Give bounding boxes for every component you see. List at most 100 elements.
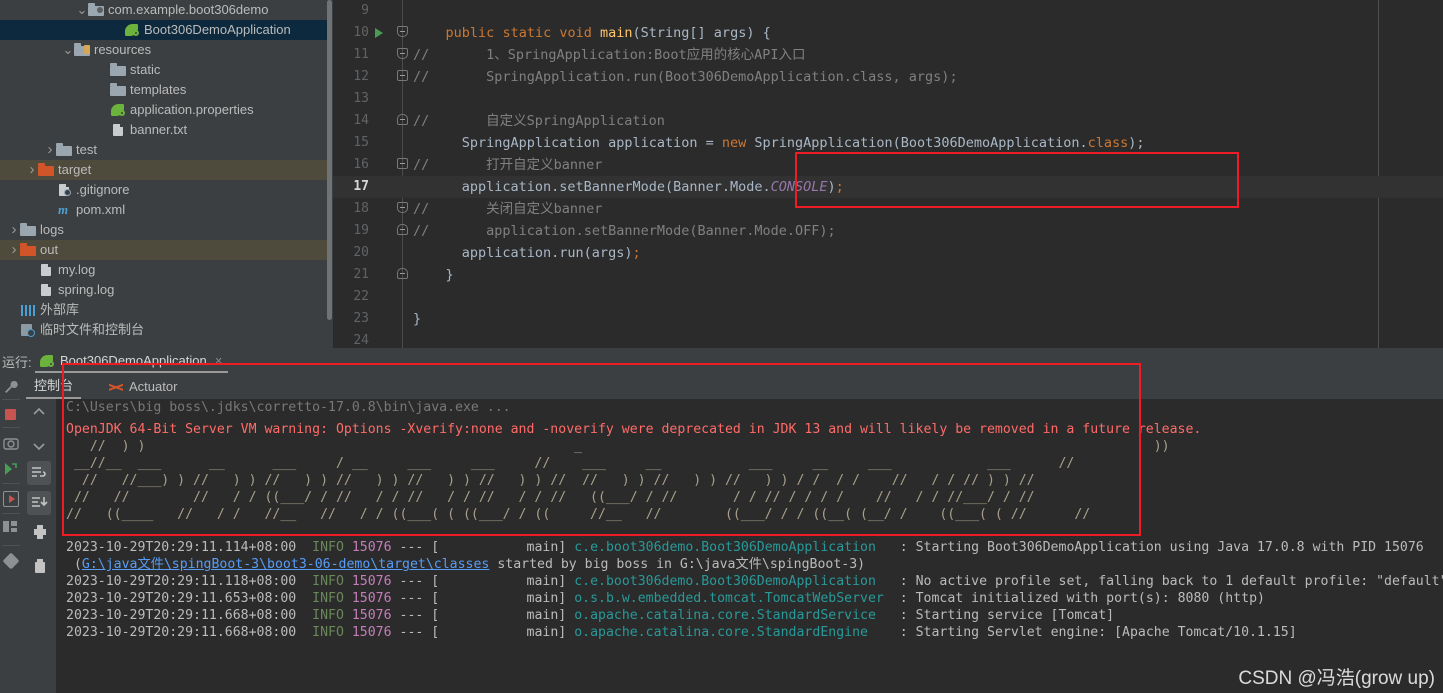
soft-wrap-button[interactable] <box>27 461 51 485</box>
code-line-19[interactable]: 19 // application.setBannerMode(Banner.Mo… <box>333 220 1443 242</box>
pin-icon[interactable] <box>2 552 20 570</box>
tree-row-logs[interactable]: › logs <box>0 220 330 240</box>
tree-row-pom-xml[interactable]: m pom.xml <box>0 200 330 220</box>
chevron-right-icon[interactable]: › <box>44 140 56 160</box>
tree-row-spring-log[interactable]: spring.log <box>0 280 330 300</box>
tree-row--gitignore[interactable]: .gitignore <box>0 180 330 200</box>
external-libraries-icon <box>20 302 36 318</box>
code-line-17[interactable]: 17 application.setBannerMode(Banner.Mode… <box>333 176 1443 198</box>
console-line-4: // //___) ) // ) ) // ) ) // ) ) // ) ) … <box>66 472 1035 489</box>
tab-console[interactable]: 控制台 <box>26 375 82 399</box>
run-gutter-icon[interactable] <box>375 28 383 38</box>
tree-row-com-example-boot306demo[interactable]: ⌄ com.example.boot306demo <box>0 0 330 20</box>
tree-row-banner-txt[interactable]: banner.txt <box>0 120 330 140</box>
fold-marker[interactable] <box>397 268 408 281</box>
run-tab-label: Boot306DemoApplication <box>60 353 207 368</box>
console-text: // // // / / ((___/ / // / / // / / // /… <box>66 490 1035 505</box>
tab-actuator[interactable]: Actuator <box>100 375 185 399</box>
fold-marker[interactable] <box>397 70 408 83</box>
code-line-20[interactable]: 20 application.run(args); <box>333 242 1443 264</box>
print-icon[interactable] <box>31 523 49 541</box>
tree-row-label: target <box>58 162 92 177</box>
tree-row-test[interactable]: › test <box>0 140 330 160</box>
tree-row-templates[interactable]: templates <box>0 80 330 100</box>
fold-marker[interactable] <box>397 158 408 171</box>
line-number: 16 <box>353 157 369 172</box>
code-line-15[interactable]: 15 SpringApplication application = new S… <box>333 132 1443 154</box>
line-number: 15 <box>353 135 369 150</box>
folder-orange-icon <box>20 242 36 258</box>
fold-marker[interactable] <box>397 26 408 39</box>
code-line-21[interactable]: 21 } <box>333 264 1443 286</box>
code-token: ; <box>632 245 641 261</box>
console-line-3: __//__ ___ __ ___ / __ ___ ___ // ___ __… <box>66 455 1074 472</box>
console-text: INFO <box>312 625 344 640</box>
code-line-11[interactable]: 11 // 1、SpringApplication:Boot应用的核心API入口 <box>333 44 1443 66</box>
chevron-down-icon[interactable]: ⌄ <box>62 43 74 56</box>
tree-row-label: logs <box>40 222 64 237</box>
tree-row-my-log[interactable]: my.log <box>0 260 330 280</box>
code-editor[interactable]: 9 10 public static void main(String[] arg… <box>333 0 1443 348</box>
code-text: SpringApplication application = new Spri… <box>413 132 1145 154</box>
console-output[interactable]: C:\Users\big boss\.jdks\corretto-17.0.8\… <box>56 399 1443 693</box>
scroll-to-end-button[interactable] <box>27 491 51 515</box>
fold-marker[interactable] <box>397 114 408 127</box>
fold-marker[interactable] <box>397 48 408 61</box>
code-line-10[interactable]: 10 public static void main(String[] args… <box>333 22 1443 44</box>
tree-row--[interactable]: 外部库 <box>0 300 330 320</box>
left-icon-strip[interactable] <box>0 373 22 693</box>
chevron-right-icon[interactable]: › <box>26 160 38 180</box>
chevron-right-icon[interactable]: › <box>8 240 20 260</box>
tree-row-target[interactable]: › target <box>0 160 330 180</box>
chevron-down-icon[interactable]: ⌄ <box>76 3 88 16</box>
stop-icon[interactable] <box>3 407 19 423</box>
folder-icon <box>110 62 126 78</box>
rerun-icon[interactable] <box>3 461 19 477</box>
code-line-13[interactable]: 13 <box>333 88 1443 110</box>
console-gutter-toolbar[interactable] <box>22 399 56 693</box>
console-text: 15076 <box>351 591 392 606</box>
code-text: public static void main(String[] args) { <box>413 22 771 44</box>
project-tree-scrollbar[interactable] <box>326 0 333 320</box>
tree-row-application-properties[interactable]: application.properties <box>0 100 330 120</box>
code-line-18[interactable]: 18 // 关闭自定义banner <box>333 198 1443 220</box>
chevron-right-icon[interactable]: › <box>8 220 20 240</box>
wrench-icon[interactable] <box>3 379 19 395</box>
code-line-14[interactable]: 14 // 自定义SpringApplication <box>333 110 1443 132</box>
console-path-link[interactable]: G:\java文件\spingBoot-3\boot3-06-demo\targ… <box>82 557 489 572</box>
line-number: 13 <box>353 91 369 106</box>
layout-icon[interactable] <box>3 521 19 537</box>
fold-marker[interactable] <box>397 224 408 237</box>
tree-row-static[interactable]: static <box>0 60 330 80</box>
tree-row--[interactable]: 临时文件和控制台 <box>0 320 330 340</box>
run-header: 运行: Boot306DemoApplication × <box>0 348 1443 373</box>
scroll-up-icon[interactable] <box>30 403 48 421</box>
run-subtabs[interactable]: 控制台 Actuator <box>22 373 1443 399</box>
tree-row-boot306demoapplication[interactable]: Boot306DemoApplication <box>0 20 330 40</box>
code-text: } <box>413 308 421 330</box>
scrollbar-thumb[interactable] <box>327 0 332 320</box>
trash-icon[interactable] <box>31 557 49 575</box>
console-text: --- [ main] <box>391 608 575 623</box>
code-lines[interactable]: 9 10 public static void main(String[] arg… <box>333 0 1443 352</box>
code-line-16[interactable]: 16 // 打开自定义banner <box>333 154 1443 176</box>
code-line-23[interactable]: 23} <box>333 308 1443 330</box>
camera-icon[interactable] <box>3 435 19 451</box>
fold-marker[interactable] <box>397 202 408 215</box>
scroll-down-icon[interactable] <box>30 437 48 455</box>
close-icon[interactable]: × <box>215 350 223 371</box>
tree-row-out[interactable]: › out <box>0 240 330 260</box>
run-boxed-icon[interactable] <box>3 491 19 507</box>
code-line-9[interactable]: 9 <box>333 0 1443 22</box>
code-text: } <box>413 264 454 286</box>
code-line-22[interactable]: 22 <box>333 286 1443 308</box>
run-configuration-tab[interactable]: Boot306DemoApplication × <box>35 350 229 373</box>
tree-row-resources[interactable]: ⌄ resources <box>0 40 330 60</box>
project-tree-panel[interactable]: ⌄ com.example.boot306demo Boot306DemoAppli… <box>0 0 330 348</box>
code-line-12[interactable]: 12 // SpringApplication.run(Boot306DemoAp… <box>333 66 1443 88</box>
console-text: --- [ main] <box>391 574 575 589</box>
tree-row-label: 临时文件和控制台 <box>40 322 145 337</box>
console-line-1: OpenJDK 64-Bit Server VM warning: Option… <box>66 421 1201 438</box>
code-text: application.setBannerMode(Banner.Mode.CO… <box>413 176 844 198</box>
